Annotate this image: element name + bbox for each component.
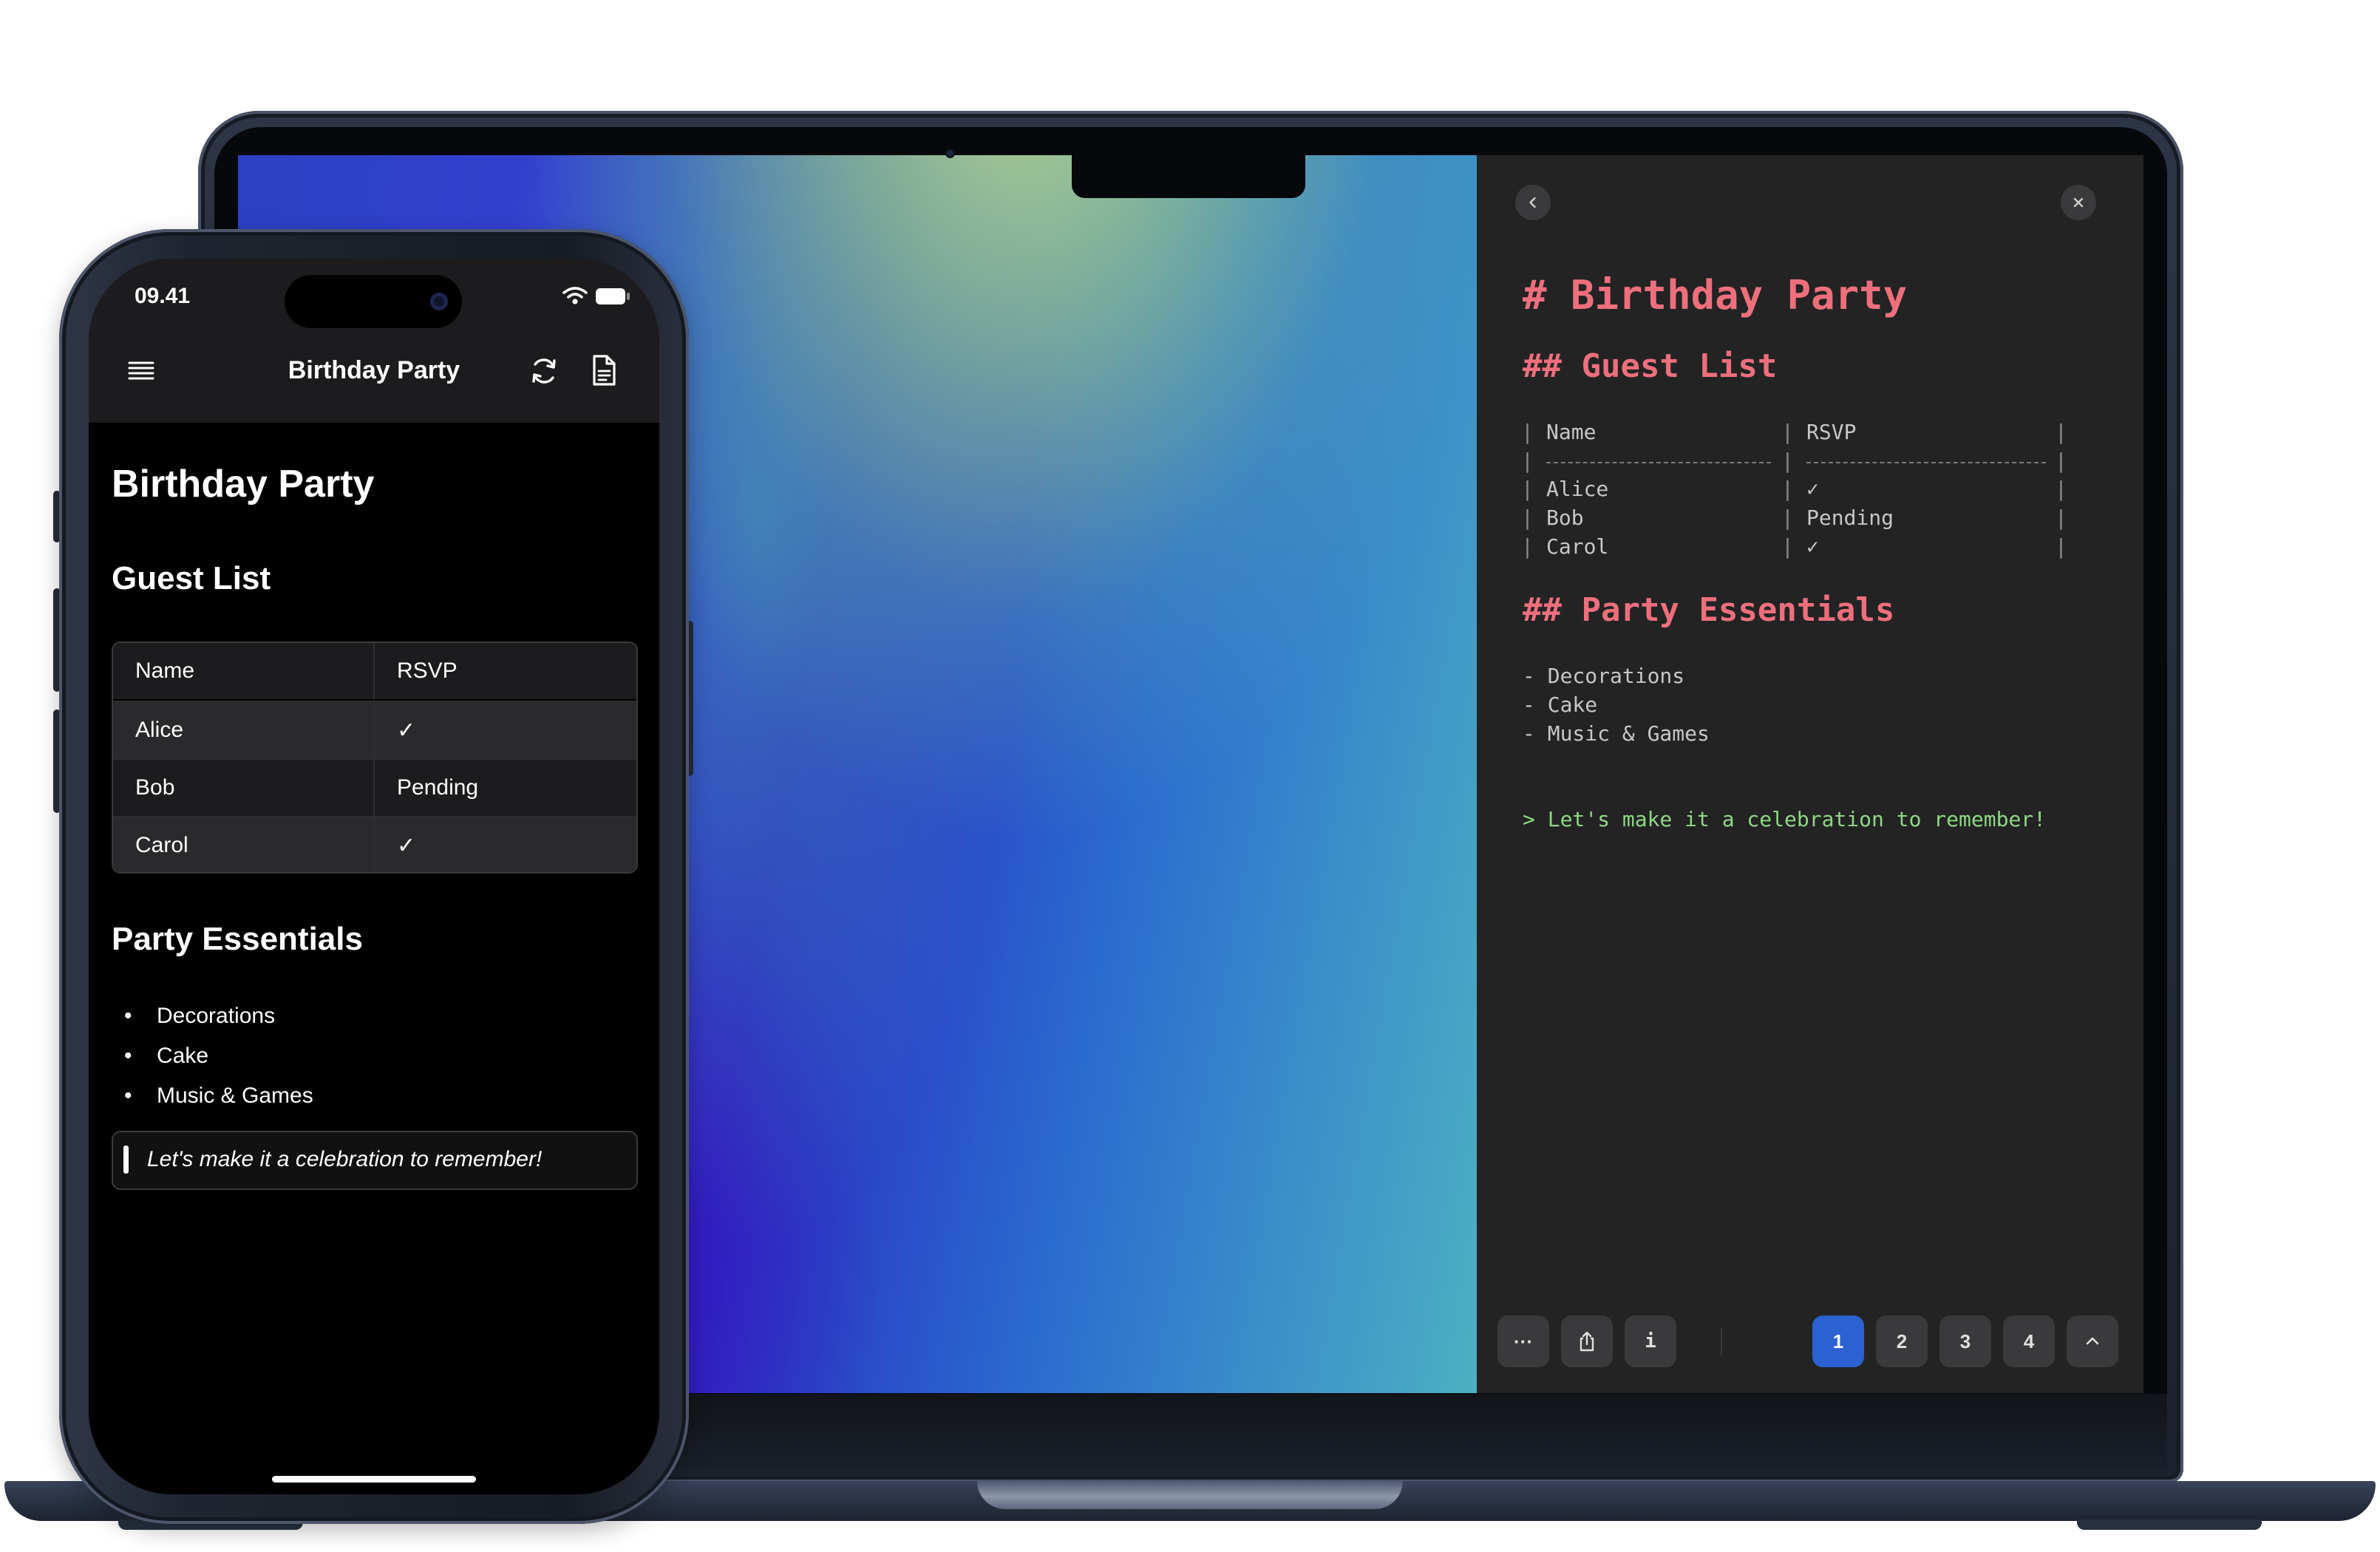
md-table-cell: ✓	[1806, 534, 1819, 559]
guest-table: Name RSVP Alice ✓ Bob Pending Carol ✓	[112, 641, 638, 874]
md-list-item: - Music & Games	[1523, 721, 1710, 746]
blockquote: Let's make it a celebration to remember!	[112, 1131, 638, 1190]
md-heading-essentials: ## Party Essentials	[1523, 591, 1895, 629]
phone-screen: 09.41 Birthday Party Birthday Party Gues…	[89, 259, 659, 1494]
blockquote-bar	[123, 1146, 129, 1174]
table-header-name: Name	[113, 643, 375, 699]
table-cell-rsvp: ✓	[397, 833, 416, 858]
table-header-rsvp: RSVP	[397, 658, 458, 683]
doc-heading-1: Birthday Party	[112, 463, 375, 506]
md-table: | | | Name RSVP | | | | | | Alice ✓ | | …	[1521, 420, 2067, 559]
toolbar-divider	[1721, 1327, 1722, 1355]
table-cell-name: Bob	[113, 760, 375, 816]
table-row: Bob Pending	[113, 758, 636, 816]
page-3-button[interactable]: 3	[1939, 1316, 1991, 1367]
sync-icon[interactable]	[528, 355, 560, 387]
md-table-cell: Alice	[1546, 477, 1609, 501]
md-table-separator-2	[1806, 447, 2046, 463]
table-cell-rsvp: Pending	[397, 775, 479, 800]
chevron-left-icon	[1529, 197, 1536, 208]
table-row: Alice ✓	[113, 701, 636, 758]
md-heading-guest-list: ## Guest List	[1523, 347, 1778, 385]
laptop-camera	[947, 150, 953, 157]
close-button[interactable]	[2061, 185, 2096, 220]
list-item: • Cake	[124, 1044, 209, 1068]
md-table-separator-1	[1546, 447, 1771, 463]
table-cell-name: Carol	[113, 817, 375, 872]
md-list-item: - Decorations	[1523, 664, 1685, 688]
md-table-cell: Bob	[1546, 506, 1584, 530]
info-button[interactable]: i	[1625, 1316, 1676, 1367]
battery-cap	[627, 293, 630, 300]
back-button[interactable]	[1515, 185, 1551, 220]
md-table-header-rsvp: RSVP	[1806, 420, 1857, 444]
markdown-editor-panel: # Birthday Party ## Guest List | | | Nam…	[1477, 155, 2143, 1393]
list-item-label: Cake	[157, 1044, 209, 1068]
doc-heading-essentials: Party Essentials	[112, 921, 363, 957]
more-button[interactable]: ···	[1497, 1316, 1549, 1367]
table-header-row: Name RSVP	[113, 643, 636, 699]
nav-title: Birthday Party	[288, 356, 460, 384]
md-table-cell: Pending	[1806, 506, 1894, 530]
status-time: 09.41	[135, 284, 191, 308]
home-indicator[interactable]	[272, 1476, 476, 1483]
collapse-button[interactable]	[2067, 1316, 2118, 1367]
laptop-trackpad-notch	[977, 1481, 1403, 1509]
list-item-label: Decorations	[157, 1004, 276, 1028]
list-item: • Music & Games	[124, 1083, 313, 1108]
display-notch	[1072, 155, 1305, 198]
battery-icon	[596, 288, 625, 304]
page-4-button[interactable]: 4	[2003, 1316, 2055, 1367]
table-row: Carol ✓	[113, 816, 636, 872]
md-table-cell: Carol	[1546, 534, 1609, 559]
share-icon	[1580, 1331, 1594, 1352]
md-heading-1: # Birthday Party	[1523, 272, 1908, 319]
table-cell-rsvp: ✓	[397, 718, 416, 743]
doc-heading-guest-list: Guest List	[112, 560, 271, 596]
md-table-cell: ✓	[1806, 477, 1819, 501]
chevron-up-icon	[2086, 1337, 2099, 1345]
table-cell-name: Alice	[113, 702, 375, 758]
page-1-button[interactable]: 1	[1812, 1316, 1864, 1367]
front-camera	[430, 293, 448, 310]
blockquote-text: Let's make it a celebration to remember!	[147, 1147, 543, 1171]
list-item: • Decorations	[124, 1004, 276, 1028]
list-item-label: Music & Games	[157, 1083, 313, 1108]
wifi-icon	[562, 287, 588, 304]
md-table-header-name: Name	[1546, 420, 1597, 444]
laptop-foot	[2077, 1519, 2262, 1530]
share-button[interactable]	[1561, 1316, 1613, 1367]
close-icon	[2073, 197, 2084, 208]
md-list-item: - Cake	[1523, 692, 1598, 717]
page-2-button[interactable]: 2	[1876, 1316, 1928, 1367]
md-blockquote: > Let's make it a celebration to remembe…	[1523, 807, 2047, 831]
document-icon[interactable]	[590, 353, 618, 387]
